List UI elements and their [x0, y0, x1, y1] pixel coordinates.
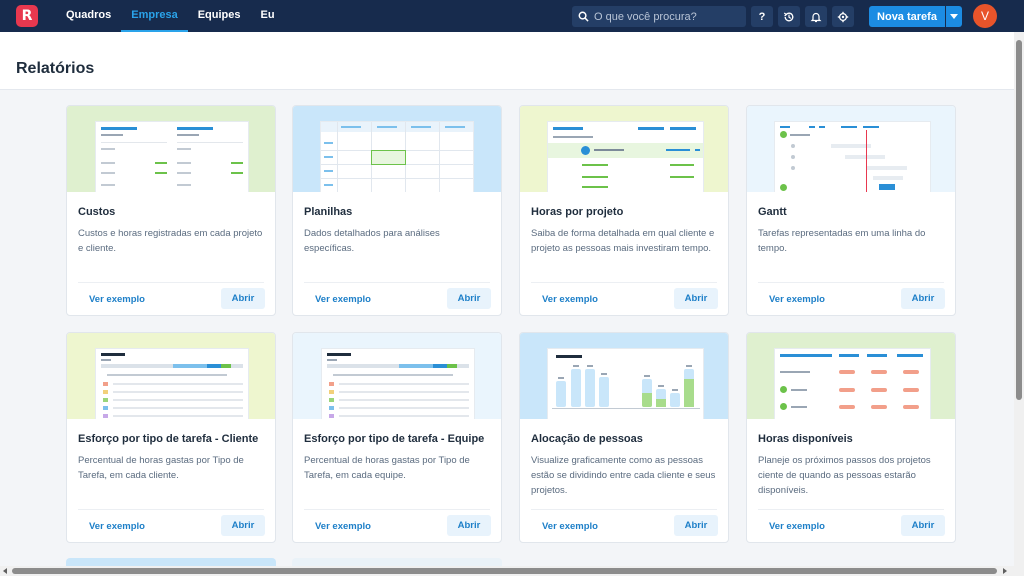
- open-button[interactable]: Abrir: [221, 515, 265, 536]
- card-description: Saiba de forma detalhada em qual cliente…: [531, 228, 715, 254]
- open-button[interactable]: Abrir: [674, 288, 718, 309]
- horizontal-scrollbar[interactable]: [0, 566, 1024, 576]
- card-divider: [531, 509, 717, 510]
- history-icon: [783, 12, 794, 21]
- card-title: Horas por projeto: [531, 206, 624, 218]
- see-example-link[interactable]: Ver exemplo: [769, 294, 825, 305]
- card-divider: [304, 282, 490, 283]
- card-description: Planeje os próximos passos dos projetos …: [758, 455, 931, 496]
- card-title: Esforço por tipo de tarefa - Equipe: [304, 433, 485, 445]
- card-divider: [531, 282, 717, 283]
- card-description: Dados detalhados para análises específic…: [304, 228, 440, 254]
- history-button[interactable]: [778, 6, 800, 27]
- report-thumbnail: [747, 333, 955, 419]
- gear-icon: [837, 11, 849, 22]
- bell-icon: [810, 12, 822, 22]
- nav-item-quadros[interactable]: Quadros: [56, 0, 121, 32]
- main-nav: Quadros Empresa Equipes Eu: [56, 0, 285, 32]
- open-button[interactable]: Abrir: [901, 515, 945, 536]
- report-thumbnail: [520, 333, 728, 419]
- card-description: Percentual de horas gastas por Tipo de T…: [78, 455, 244, 481]
- nav-item-empresa[interactable]: Empresa: [121, 0, 188, 32]
- horizontal-scrollbar-thumb[interactable]: [12, 568, 997, 574]
- vertical-scrollbar[interactable]: [1014, 32, 1024, 566]
- nav-item-equipes[interactable]: Equipes: [188, 0, 251, 32]
- top-navigation-bar: R Quadros Empresa Equipes Eu ?: [0, 0, 1024, 32]
- card-title: Gantt: [758, 206, 787, 218]
- open-button[interactable]: Abrir: [221, 288, 265, 309]
- card-description: Tarefas representadas em uma linha do te…: [758, 228, 926, 254]
- report-card-esforco-equipe: Esforço por tipo de tarefa - Equipe Perc…: [292, 332, 502, 543]
- card-title: Horas disponíveis: [758, 433, 853, 445]
- card-title: Esforço por tipo de tarefa - Cliente: [78, 433, 259, 445]
- open-button[interactable]: Abrir: [901, 288, 945, 309]
- report-thumbnail: [67, 106, 275, 192]
- card-description: Visualize graficamente como as pessoas e…: [531, 455, 716, 496]
- open-button[interactable]: Abrir: [447, 288, 491, 309]
- card-divider: [304, 509, 490, 510]
- report-thumbnail: [293, 106, 501, 192]
- see-example-link[interactable]: Ver exemplo: [769, 521, 825, 532]
- search-box[interactable]: [572, 6, 746, 27]
- nav-item-eu[interactable]: Eu: [251, 0, 285, 32]
- card-divider: [758, 282, 944, 283]
- vertical-scrollbar-thumb[interactable]: [1016, 40, 1022, 400]
- see-example-link[interactable]: Ver exemplo: [315, 294, 371, 305]
- report-thumbnail: [67, 333, 275, 419]
- caret-down-icon: [950, 13, 958, 19]
- new-task-button[interactable]: Nova tarefa: [869, 6, 945, 27]
- card-divider: [758, 509, 944, 510]
- report-card-horas-por-projeto: Horas por projeto Saiba de forma detalha…: [519, 105, 729, 316]
- card-description: Percentual de horas gastas por Tipo de T…: [304, 455, 470, 481]
- page-header: Relatórios: [0, 32, 1014, 90]
- open-button[interactable]: Abrir: [447, 515, 491, 536]
- report-thumbnail: [293, 333, 501, 419]
- see-example-link[interactable]: Ver exemplo: [542, 294, 598, 305]
- new-task-dropdown-button[interactable]: [946, 6, 962, 27]
- see-example-link[interactable]: Ver exemplo: [315, 521, 371, 532]
- report-card-planilhas: Planilhas Dados detalhados para análises…: [292, 105, 502, 316]
- help-button[interactable]: ?: [751, 6, 773, 27]
- card-divider: [78, 509, 264, 510]
- search-input[interactable]: [594, 10, 734, 23]
- report-card-horas-disponiveis: Horas disponíveis Planeje os próximos pa…: [746, 332, 956, 543]
- report-thumbnail: [747, 106, 955, 192]
- app-logo[interactable]: R: [16, 5, 38, 27]
- see-example-link[interactable]: Ver exemplo: [89, 294, 145, 305]
- card-divider: [78, 282, 264, 283]
- page-title: Relatórios: [16, 60, 95, 77]
- report-card-alocacao-de-pessoas: Alocação de pessoas Visualize graficamen…: [519, 332, 729, 543]
- card-title: Alocação de pessoas: [531, 433, 643, 445]
- user-avatar[interactable]: V: [973, 4, 997, 28]
- see-example-link[interactable]: Ver exemplo: [542, 521, 598, 532]
- card-title: Planilhas: [304, 206, 353, 218]
- open-button[interactable]: Abrir: [674, 515, 718, 536]
- search-icon: [578, 11, 589, 22]
- settings-button[interactable]: [832, 6, 854, 27]
- help-label: ?: [758, 10, 766, 23]
- report-card-gantt: Gantt Tarefas representadas em uma linha…: [746, 105, 956, 316]
- card-title: Custos: [78, 206, 116, 218]
- report-card-esforco-cliente: Esforço por tipo de tarefa - Cliente Per…: [66, 332, 276, 543]
- scroll-left-arrow[interactable]: [3, 568, 7, 574]
- scroll-right-arrow[interactable]: [1003, 568, 1007, 574]
- see-example-link[interactable]: Ver exemplo: [89, 521, 145, 532]
- card-description: Custos e horas registradas em cada proje…: [78, 228, 263, 254]
- report-thumbnail: [520, 106, 728, 192]
- notifications-button[interactable]: [805, 6, 827, 27]
- report-card-custos: Custos Custos e horas registradas em cad…: [66, 105, 276, 316]
